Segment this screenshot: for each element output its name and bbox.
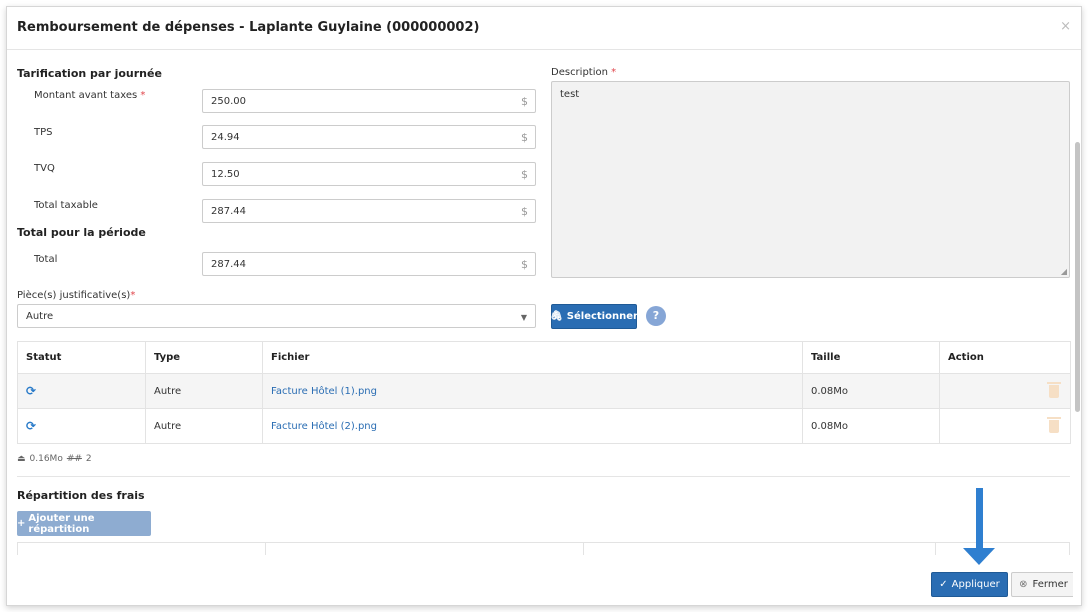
total-taxable-label: Total taxable — [34, 200, 98, 211]
dollar-icon: $ — [521, 131, 528, 144]
close-label: Fermer — [1032, 579, 1068, 590]
expense-modal: Remboursement de dépenses - Laplante Guy… — [6, 6, 1082, 606]
scrollbar[interactable] — [1073, 50, 1081, 605]
col-header-action: Action — [939, 341, 1071, 374]
file-cell: Facture Hôtel (1).png — [262, 373, 803, 409]
summary-size: 0.16Mo — [29, 454, 63, 464]
pieces-label-text: Pièce(s) justificative(s) — [17, 290, 131, 301]
montant-value: 250.00 — [211, 96, 246, 107]
tvq-label: TVQ — [34, 163, 55, 174]
dollar-icon: $ — [521, 258, 528, 271]
required-marker: * — [140, 90, 146, 101]
montant-input[interactable]: 250.00 $ — [202, 89, 536, 113]
file-link[interactable]: Facture Hôtel (2).png — [271, 421, 377, 432]
tvq-input[interactable]: 12.50 $ — [202, 162, 536, 186]
caret-down-icon: ▼ — [520, 313, 527, 322]
annotation-arrow-head-icon — [963, 548, 995, 565]
modal-header: Remboursement de dépenses - Laplante Guy… — [7, 7, 1081, 50]
dollar-icon: $ — [521, 95, 528, 108]
resize-grip-icon[interactable]: ◢ — [1061, 267, 1067, 276]
col-header-statut[interactable]: Statut — [17, 341, 146, 374]
table-header-row: Statut Type Fichier Taille Action — [17, 341, 1071, 374]
piece-type-value: Autre — [26, 311, 54, 322]
col-header-taille[interactable]: Taille — [802, 341, 940, 374]
tps-input[interactable]: 24.94 $ — [202, 125, 536, 149]
scrollbar-thumb[interactable] — [1075, 142, 1080, 412]
help-icon[interactable]: ? — [646, 306, 666, 326]
status-cell: ⟳ — [17, 373, 146, 409]
apply-button[interactable]: ✓ Appliquer — [931, 572, 1008, 597]
description-label-text: Description — [551, 67, 608, 78]
status-cell: ⟳ — [17, 408, 146, 444]
files-count-icon: ## — [66, 454, 82, 464]
tps-value: 24.94 — [211, 132, 240, 143]
total-periode-title: Total pour la période — [17, 226, 146, 239]
refresh-icon[interactable]: ⟳ — [26, 419, 36, 433]
table-row: ⟳ Autre Facture Hôtel (2).png 0.08Mo — [17, 408, 1071, 444]
grid-divider — [583, 543, 584, 555]
files-table: Statut Type Fichier Taille Action ⟳ Autr… — [17, 341, 1071, 444]
select-file-button[interactable]: 🖇 Sélectionner — [550, 304, 638, 329]
add-repartition-label: Ajouter une répartition — [28, 512, 95, 535]
size-cell: 0.08Mo — [802, 373, 940, 409]
summary-count: 2 — [85, 454, 92, 464]
action-cell — [939, 408, 1071, 444]
weight-icon: ⏏ — [17, 454, 26, 464]
annotation-arrow-shaft — [976, 488, 983, 550]
grid-divider — [935, 543, 936, 555]
trash-icon[interactable] — [1047, 416, 1061, 433]
required-marker: * — [130, 290, 136, 301]
close-circle-icon: ⊗ — [1019, 579, 1028, 590]
tarification-title: Tarification par journée — [17, 67, 162, 80]
description-label: Description * — [551, 67, 616, 78]
type-cell: Autre — [145, 408, 263, 444]
total-input[interactable]: 287.44 $ — [202, 252, 536, 276]
file-cell: Facture Hôtel (2).png — [262, 408, 803, 444]
plus-icon: + — [17, 518, 26, 529]
tvq-value: 12.50 — [211, 169, 240, 180]
dollar-icon: $ — [521, 168, 528, 181]
files-summary: ⏏ 0.16Mo ## 2 — [17, 454, 92, 464]
check-icon: ✓ — [939, 579, 948, 590]
total-taxable-input[interactable]: 287.44 $ — [202, 199, 536, 223]
refresh-icon[interactable]: ⟳ — [26, 384, 36, 398]
modal-title: Remboursement de dépenses - Laplante Guy… — [17, 20, 480, 35]
type-cell: Autre — [145, 373, 263, 409]
total-value: 287.44 — [211, 259, 246, 270]
col-header-fichier[interactable]: Fichier — [262, 341, 803, 374]
repartition-grid — [17, 542, 1070, 555]
total-label: Total — [34, 254, 58, 265]
montant-label-text: Montant avant taxes — [34, 90, 138, 101]
total-taxable-value: 287.44 — [211, 206, 246, 217]
paperclip-icon: 🖇 — [550, 311, 563, 322]
select-file-label: Sélectionner — [566, 311, 638, 322]
description-textarea[interactable]: test ◢ — [551, 81, 1070, 278]
dollar-icon: $ — [521, 205, 528, 218]
divider — [17, 476, 1070, 477]
piece-type-select[interactable]: Autre ▼ — [17, 304, 536, 328]
tps-label: TPS — [34, 127, 53, 138]
repartition-title: Répartition des frais — [17, 489, 145, 502]
close-button[interactable]: ⊗ Fermer — [1011, 572, 1076, 597]
col-header-type[interactable]: Type — [145, 341, 263, 374]
description-value: test — [560, 89, 580, 100]
close-icon[interactable]: × — [1060, 19, 1071, 34]
grid-divider — [265, 543, 266, 555]
size-cell: 0.08Mo — [802, 408, 940, 444]
required-marker: * — [611, 67, 617, 78]
pieces-label: Pièce(s) justificative(s)* — [17, 290, 135, 301]
add-repartition-button[interactable]: + Ajouter une répartition — [17, 511, 151, 536]
file-link[interactable]: Facture Hôtel (1).png — [271, 386, 377, 397]
trash-icon[interactable] — [1047, 381, 1061, 398]
action-cell — [939, 373, 1071, 409]
montant-label: Montant avant taxes * — [34, 90, 145, 101]
table-row: ⟳ Autre Facture Hôtel (1).png 0.08Mo — [17, 373, 1071, 409]
apply-label: Appliquer — [951, 579, 1000, 590]
